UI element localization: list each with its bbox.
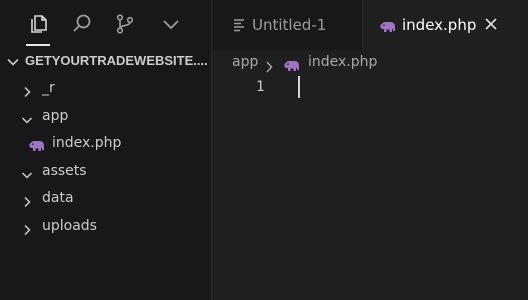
breadcrumb-folder[interactable]: app: [232, 54, 258, 70]
tree-item-label: data: [42, 190, 74, 206]
tree-item-uploads[interactable]: uploads: [0, 214, 211, 240]
tree-item-index-php[interactable]: index.php: [0, 131, 211, 157]
text-cursor: [298, 76, 300, 98]
chevron-down-icon: [21, 166, 33, 185]
tree-item-label: index.php: [52, 135, 122, 151]
breadcrumb-file[interactable]: index.php: [308, 54, 377, 70]
workspace-title: GETYOURTRADEWEBSITE....: [25, 53, 208, 68]
editor-area[interactable]: app index.php 1: [212, 50, 528, 300]
line-number: 1: [256, 79, 265, 95]
sidebar: GETYOURTRADEWEBSITE.... _r app index.php: [0, 0, 212, 300]
chevron-down-icon[interactable]: [157, 10, 185, 38]
chevron-down-icon: [21, 111, 33, 130]
tab-label: index.php: [402, 16, 477, 34]
tree-item-label: app: [42, 108, 69, 124]
breadcrumb: app index.php: [212, 50, 528, 74]
search-icon[interactable]: [68, 10, 96, 38]
chevron-down-icon: [6, 54, 20, 73]
tree-item-label: uploads: [42, 218, 97, 234]
tree-item-r[interactable]: _r: [0, 76, 211, 102]
chevron-right-icon: [21, 221, 33, 240]
tree-item-app[interactable]: app: [0, 104, 211, 130]
chevron-right-icon: [21, 83, 33, 102]
tree-item-label: assets: [42, 163, 87, 179]
chevron-right-icon: [21, 193, 33, 212]
close-icon[interactable]: [483, 16, 499, 36]
tab-index-php[interactable]: index.php: [363, 0, 528, 51]
php-elephant-icon: [283, 58, 300, 77]
tree-item-data[interactable]: data: [0, 186, 211, 212]
explorer-section-header[interactable]: GETYOURTRADEWEBSITE....: [0, 50, 212, 72]
php-elephant-icon: [28, 138, 45, 157]
source-control-icon[interactable]: [111, 10, 139, 38]
text-file-icon: [232, 17, 246, 36]
tree-item-label: _r: [42, 80, 55, 96]
tab-untitled-1[interactable]: Untitled-1: [212, 0, 363, 50]
tree-item-assets[interactable]: assets: [0, 159, 211, 185]
explorer-icon[interactable]: [24, 10, 52, 46]
php-elephant-icon: [379, 19, 396, 38]
activity-bar: [0, 0, 212, 48]
vscode-window: GETYOURTRADEWEBSITE.... _r app index.php: [0, 0, 528, 300]
chevron-right-icon: [264, 58, 274, 77]
tab-label: Untitled-1: [252, 16, 327, 34]
editor-tab-bar: Untitled-1 index.php: [212, 0, 528, 51]
